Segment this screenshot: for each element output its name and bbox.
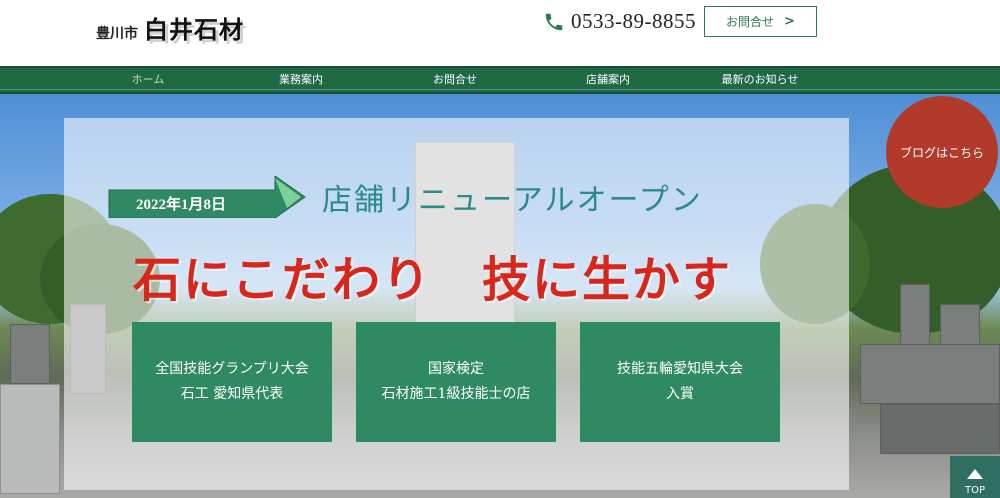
contact-button[interactable]: お問合せ > bbox=[704, 6, 817, 37]
main-nav: ホーム 業務案内 お問合せ 店舗案内 最新のお知らせ bbox=[0, 66, 1000, 94]
contact-button-label: お問合せ bbox=[726, 15, 775, 29]
nav-item-home[interactable]: ホーム bbox=[88, 68, 208, 92]
nav-item-news[interactable]: 最新のお知らせ bbox=[700, 68, 820, 92]
feature-box-line: 技能五輪愛知県大会 bbox=[617, 361, 743, 377]
arrow-up-icon bbox=[967, 469, 983, 479]
feature-box-line: 入賞 bbox=[666, 386, 694, 402]
back-to-top-label: TOP bbox=[964, 485, 985, 496]
phone-contact[interactable]: 0533-89-8855 bbox=[543, 9, 696, 34]
site-header: 豊川市 白井石材 0533-89-8855 お問合せ > bbox=[0, 0, 1000, 66]
nav-item-store[interactable]: 店舗案内 bbox=[548, 68, 668, 92]
blog-button[interactable]: ブログはこちら bbox=[886, 96, 998, 208]
feature-box-national-cert: 国家検定 石材施工1級技能士の店 bbox=[356, 322, 556, 442]
hero-subtitle: 店舗リニューアルオープン bbox=[322, 183, 703, 218]
nav-item-services[interactable]: 業務案内 bbox=[241, 68, 361, 92]
site-logo[interactable]: 豊川市 白井石材 bbox=[96, 10, 244, 45]
hero-headline: 石にこだわり 技に生かす bbox=[133, 252, 733, 308]
date-text: 2022年1月8日 bbox=[136, 197, 227, 213]
background-pavement bbox=[0, 384, 60, 494]
logo-company-name: 白井石材 bbox=[144, 15, 244, 44]
feature-box-grand-prix: 全国技能グランプリ大会 石工 愛知県代表 bbox=[132, 322, 332, 442]
phone-icon bbox=[545, 13, 563, 30]
feature-box-line: 石工 愛知県代表 bbox=[180, 386, 284, 402]
logo-city: 豊川市 bbox=[96, 26, 138, 42]
background-gravestone-base bbox=[860, 344, 1000, 404]
background-gravestone bbox=[10, 324, 50, 384]
feature-box-skills-olympics: 技能五輪愛知県大会 入賞 bbox=[580, 322, 780, 442]
feature-box-line: 石材施工1級技能士の店 bbox=[381, 386, 531, 402]
back-to-top-button[interactable]: TOP bbox=[950, 456, 1000, 498]
chevron-right-icon: > bbox=[784, 14, 795, 29]
nav-item-contact[interactable]: お問合せ bbox=[395, 68, 515, 92]
phone-number: 0533-89-8855 bbox=[571, 9, 696, 33]
feature-box-line: 国家検定 bbox=[428, 361, 484, 377]
background-gravestone-base bbox=[880, 404, 1000, 454]
feature-box-line: 全国技能グランプリ大会 bbox=[155, 361, 309, 377]
